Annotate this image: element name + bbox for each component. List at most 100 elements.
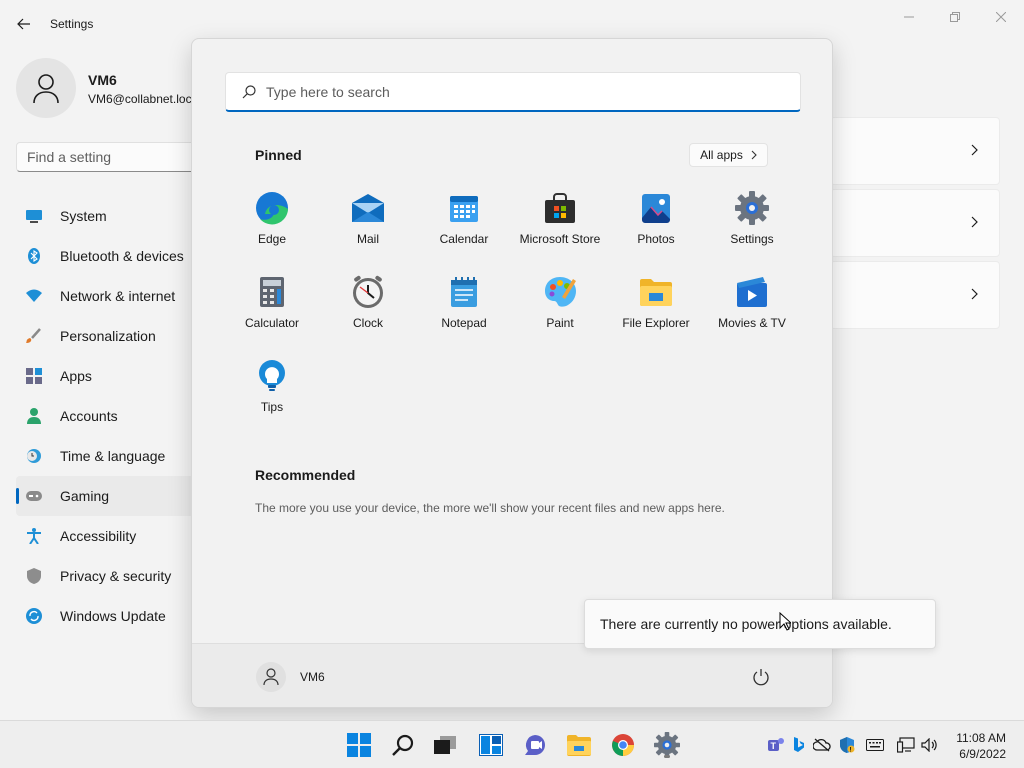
folder-icon (639, 275, 673, 309)
app-movies-tv[interactable]: Movies & TV (704, 263, 800, 347)
power-icon (753, 669, 769, 686)
nav-label: Windows Update (60, 608, 166, 624)
gear-icon (735, 191, 769, 225)
settings-card[interactable] (830, 261, 1000, 329)
keyboard-tray-icon[interactable] (866, 736, 884, 754)
app-label: Microsoft Store (519, 232, 601, 246)
settings-nav: System Bluetooth & devices Network & int… (16, 196, 196, 636)
chevron-right-icon (751, 150, 757, 160)
volume-tray-icon[interactable] (921, 736, 939, 754)
start-search-input[interactable] (266, 83, 766, 100)
taskbar-file-explorer[interactable] (564, 730, 594, 760)
bluetooth-icon (26, 248, 42, 264)
taskbar-settings[interactable] (652, 730, 682, 760)
nav-item-accounts[interactable]: Accounts (16, 396, 196, 436)
nav-label: Network & internet (60, 288, 176, 304)
wifi-icon (26, 288, 42, 304)
nav-item-apps[interactable]: Apps (16, 356, 196, 396)
security-tray-icon[interactable]: ! (838, 736, 856, 754)
nav-item-personalization[interactable]: Personalization (16, 316, 196, 356)
minimize-button[interactable] (897, 8, 921, 26)
app-microsoft-store[interactable]: Microsoft Store (512, 179, 608, 263)
person-icon (263, 668, 279, 686)
start-button[interactable] (344, 730, 374, 760)
app-notepad[interactable]: Notepad (416, 263, 512, 347)
app-file-explorer[interactable]: File Explorer (608, 263, 704, 347)
onedrive-offline-tray-icon[interactable] (813, 736, 831, 754)
app-clock[interactable]: Clock (320, 263, 416, 347)
calendar-icon (447, 191, 481, 225)
profile-email: VM6@collabnet.loc (88, 92, 192, 106)
app-label: Settings (730, 232, 774, 246)
nav-item-system[interactable]: System (16, 196, 196, 236)
folder-icon (567, 735, 591, 756)
restore-button[interactable] (943, 8, 967, 26)
bing-tray-icon[interactable] (790, 736, 808, 754)
chat-button[interactable] (520, 730, 550, 760)
app-label: Calendar (439, 232, 489, 246)
task-view-button[interactable] (430, 730, 460, 760)
chevron-right-icon (971, 144, 978, 156)
app-paint[interactable]: Paint (512, 263, 608, 347)
app-photos[interactable]: Photos (608, 179, 704, 263)
nav-label: Time & language (60, 448, 166, 464)
chat-icon (525, 735, 545, 755)
app-calendar[interactable]: Calendar (416, 179, 512, 263)
nav-label: Gaming (60, 488, 110, 504)
pinned-heading: Pinned (255, 147, 302, 163)
nav-item-accessibility[interactable]: Accessibility (16, 516, 196, 556)
nav-item-privacy[interactable]: Privacy & security (16, 556, 196, 596)
power-tooltip: There are currently no power options ava… (584, 599, 936, 649)
power-button[interactable] (748, 664, 774, 690)
nav-item-network[interactable]: Network & internet (16, 276, 196, 316)
settings-card[interactable] (830, 117, 1000, 185)
nav-item-bluetooth[interactable]: Bluetooth & devices (16, 236, 196, 276)
start-footer: VM6 (192, 643, 832, 707)
user-name[interactable]: VM6 (300, 670, 325, 684)
find-setting-input[interactable]: Find a setting (16, 142, 206, 172)
taskbar-search-button[interactable] (388, 730, 418, 760)
app-mail[interactable]: Mail (320, 179, 416, 263)
task-view-icon (434, 736, 456, 754)
back-arrow-icon (17, 18, 30, 30)
monitor-icon (26, 208, 42, 224)
app-edge[interactable]: Edge (224, 179, 320, 263)
app-settings[interactable]: Settings (704, 179, 800, 263)
widgets-button[interactable] (476, 730, 506, 760)
gamepad-icon (26, 488, 42, 504)
teams-tray-icon[interactable]: T (767, 736, 785, 754)
all-apps-button[interactable]: All apps (689, 143, 768, 167)
windows-logo-icon (347, 733, 371, 757)
accessibility-icon (26, 528, 42, 544)
taskbar-clock[interactable]: 11:08 AM 6/9/2022 (956, 730, 1006, 762)
back-button[interactable] (12, 12, 36, 36)
all-apps-label: All apps (700, 148, 743, 162)
close-icon (996, 12, 1006, 22)
nav-item-windows-update[interactable]: Windows Update (16, 596, 196, 636)
network-tray-icon[interactable] (897, 736, 915, 754)
app-calculator[interactable]: Calculator (224, 263, 320, 347)
user-avatar[interactable] (256, 662, 286, 692)
pinned-apps-grid: Edge Mail Calendar Microsoft Store Photo… (224, 179, 800, 431)
app-label: File Explorer (622, 316, 690, 330)
update-icon (26, 608, 42, 624)
close-button[interactable] (989, 8, 1013, 26)
nav-item-gaming[interactable]: Gaming (16, 476, 196, 516)
app-label: Paint (546, 316, 574, 330)
brush-icon (26, 328, 42, 344)
restore-icon (950, 12, 960, 22)
mail-icon (351, 191, 385, 225)
nav-item-time-language[interactable]: Time & language (16, 436, 196, 476)
app-tips[interactable]: Tips (224, 347, 320, 431)
shield-icon (26, 568, 42, 584)
minimize-icon (904, 16, 914, 18)
settings-card[interactable] (830, 189, 1000, 257)
profile-avatar[interactable] (16, 58, 76, 118)
start-search-box[interactable] (225, 72, 801, 112)
nav-label: Bluetooth & devices (60, 248, 184, 264)
nav-label: Accessibility (60, 528, 137, 544)
clock-date: 6/9/2022 (959, 747, 1006, 761)
app-label: Edge (257, 232, 287, 246)
taskbar-chrome[interactable] (608, 730, 638, 760)
chevron-right-icon (971, 288, 978, 300)
